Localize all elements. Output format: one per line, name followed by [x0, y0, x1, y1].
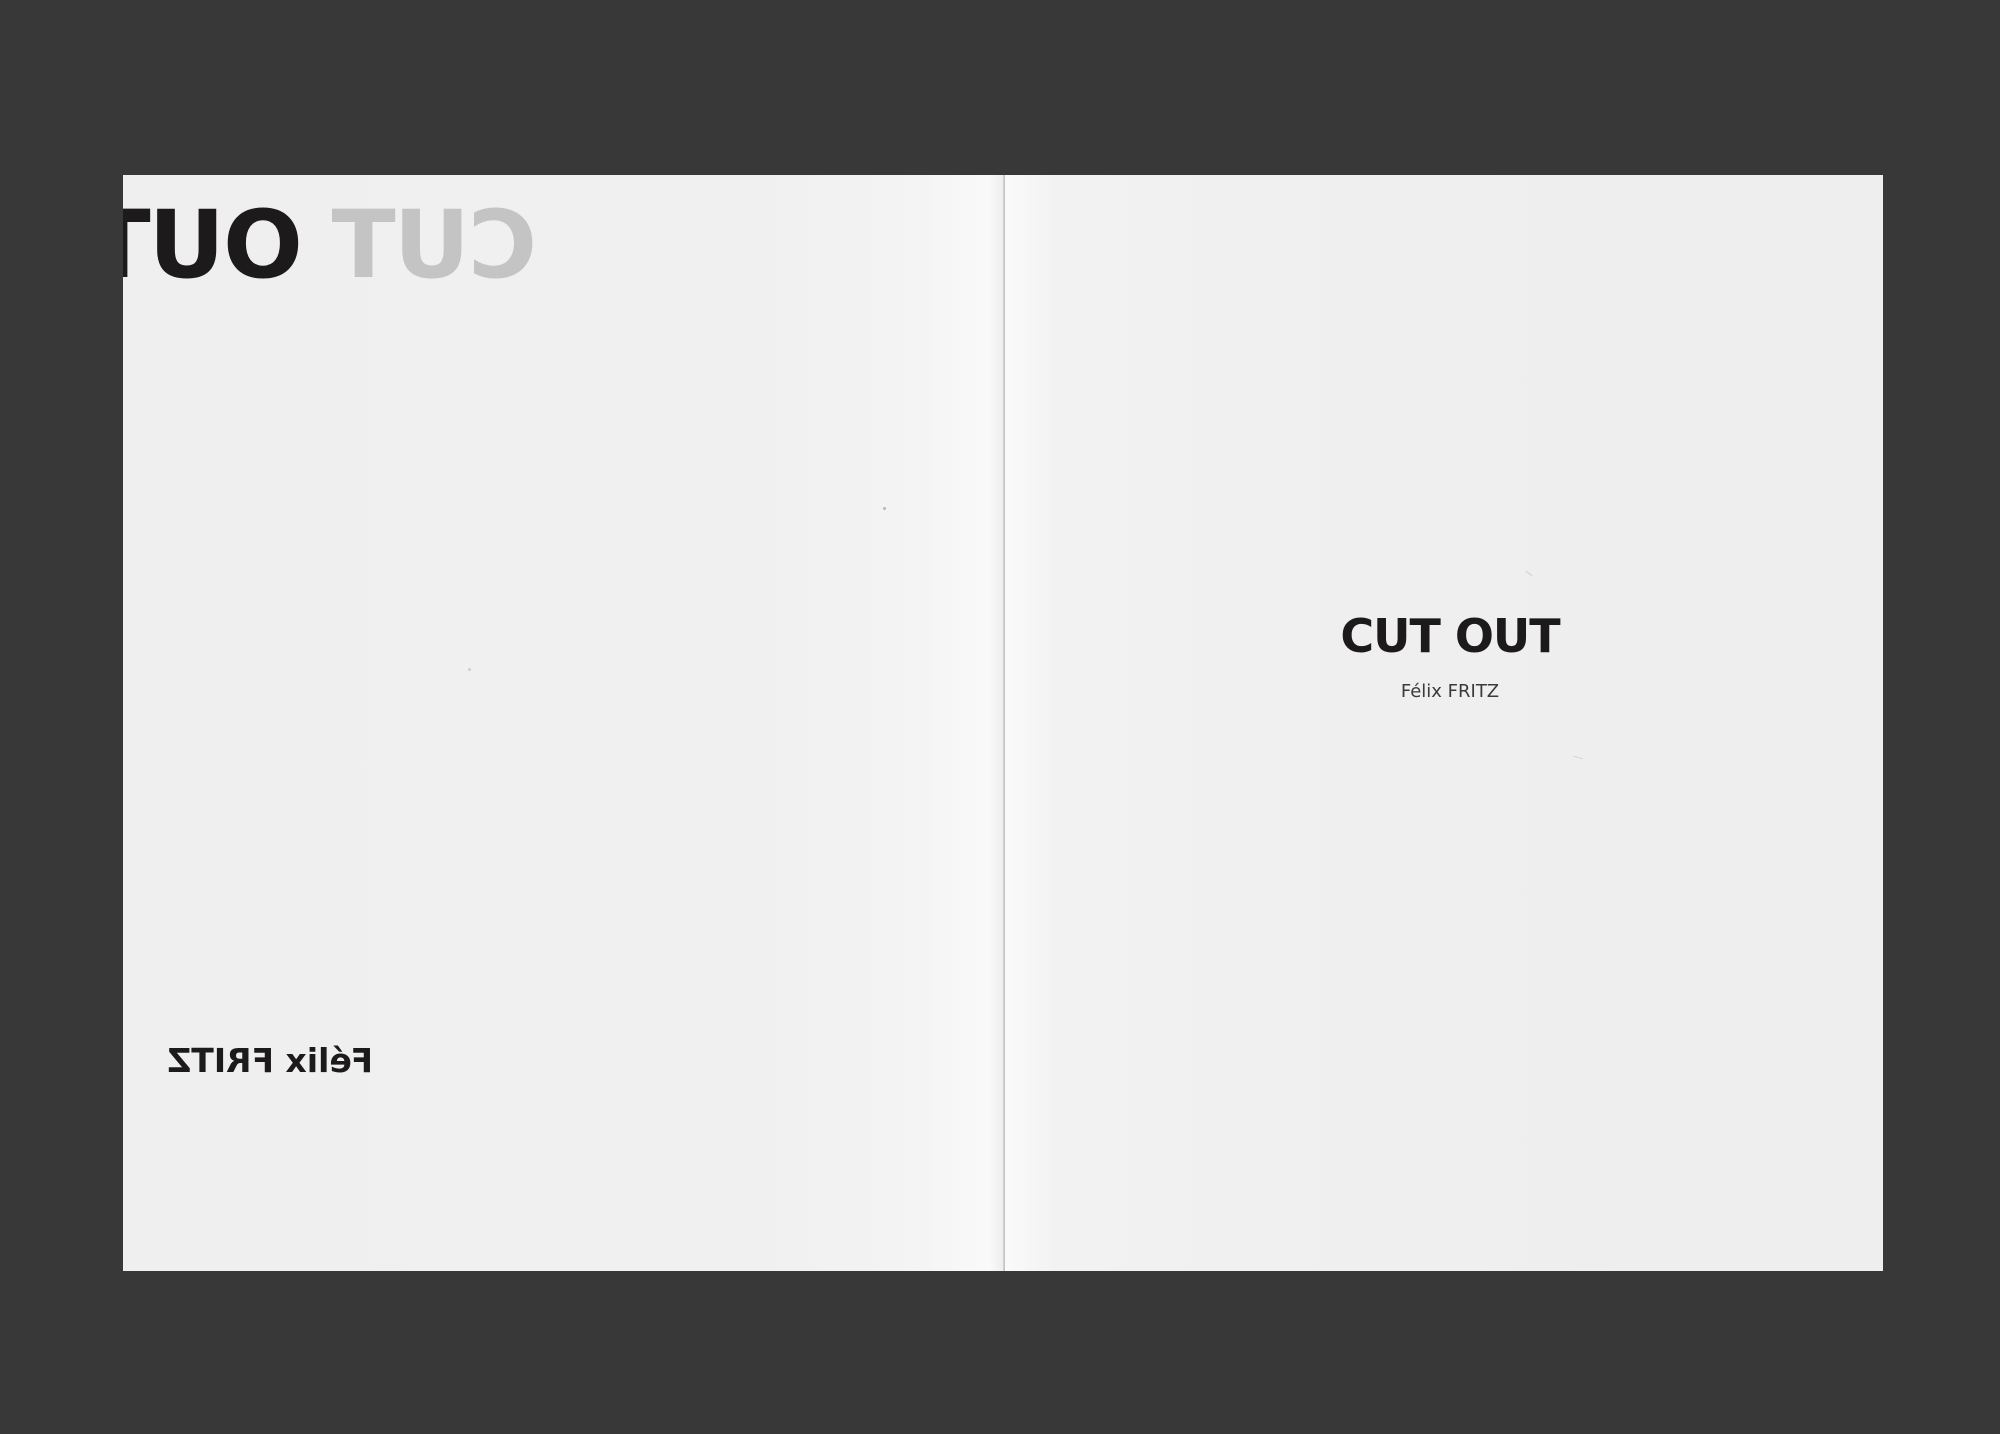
photo-backdrop: CUT OUT Félix FRITZ CUT OUT Félix FRITZ: [0, 0, 2000, 1434]
left-page: CUT OUT Félix FRITZ: [123, 175, 1005, 1271]
mirrored-author: Félix FRITZ: [167, 1041, 373, 1080]
book-title: CUT OUT: [1340, 609, 1560, 663]
book-author: Félix FRITZ: [1400, 681, 1500, 702]
paper-speck: [468, 668, 471, 671]
paper-speck: [883, 507, 886, 510]
gutter-shadow: [989, 175, 1003, 1271]
book-spread: CUT OUT Félix FRITZ CUT OUT Félix FRITZ: [123, 175, 1883, 1271]
paper-speck: [1525, 570, 1533, 577]
mirrored-title-out: OUT: [123, 191, 303, 300]
mirrored-title: CUT OUT: [123, 191, 537, 300]
right-page: CUT OUT Félix FRITZ: [1005, 175, 1883, 1271]
paper-speck: [1573, 755, 1583, 760]
title-block: CUT OUT Félix FRITZ: [1005, 613, 1883, 701]
mirrored-title-cut: CUT: [333, 191, 537, 300]
